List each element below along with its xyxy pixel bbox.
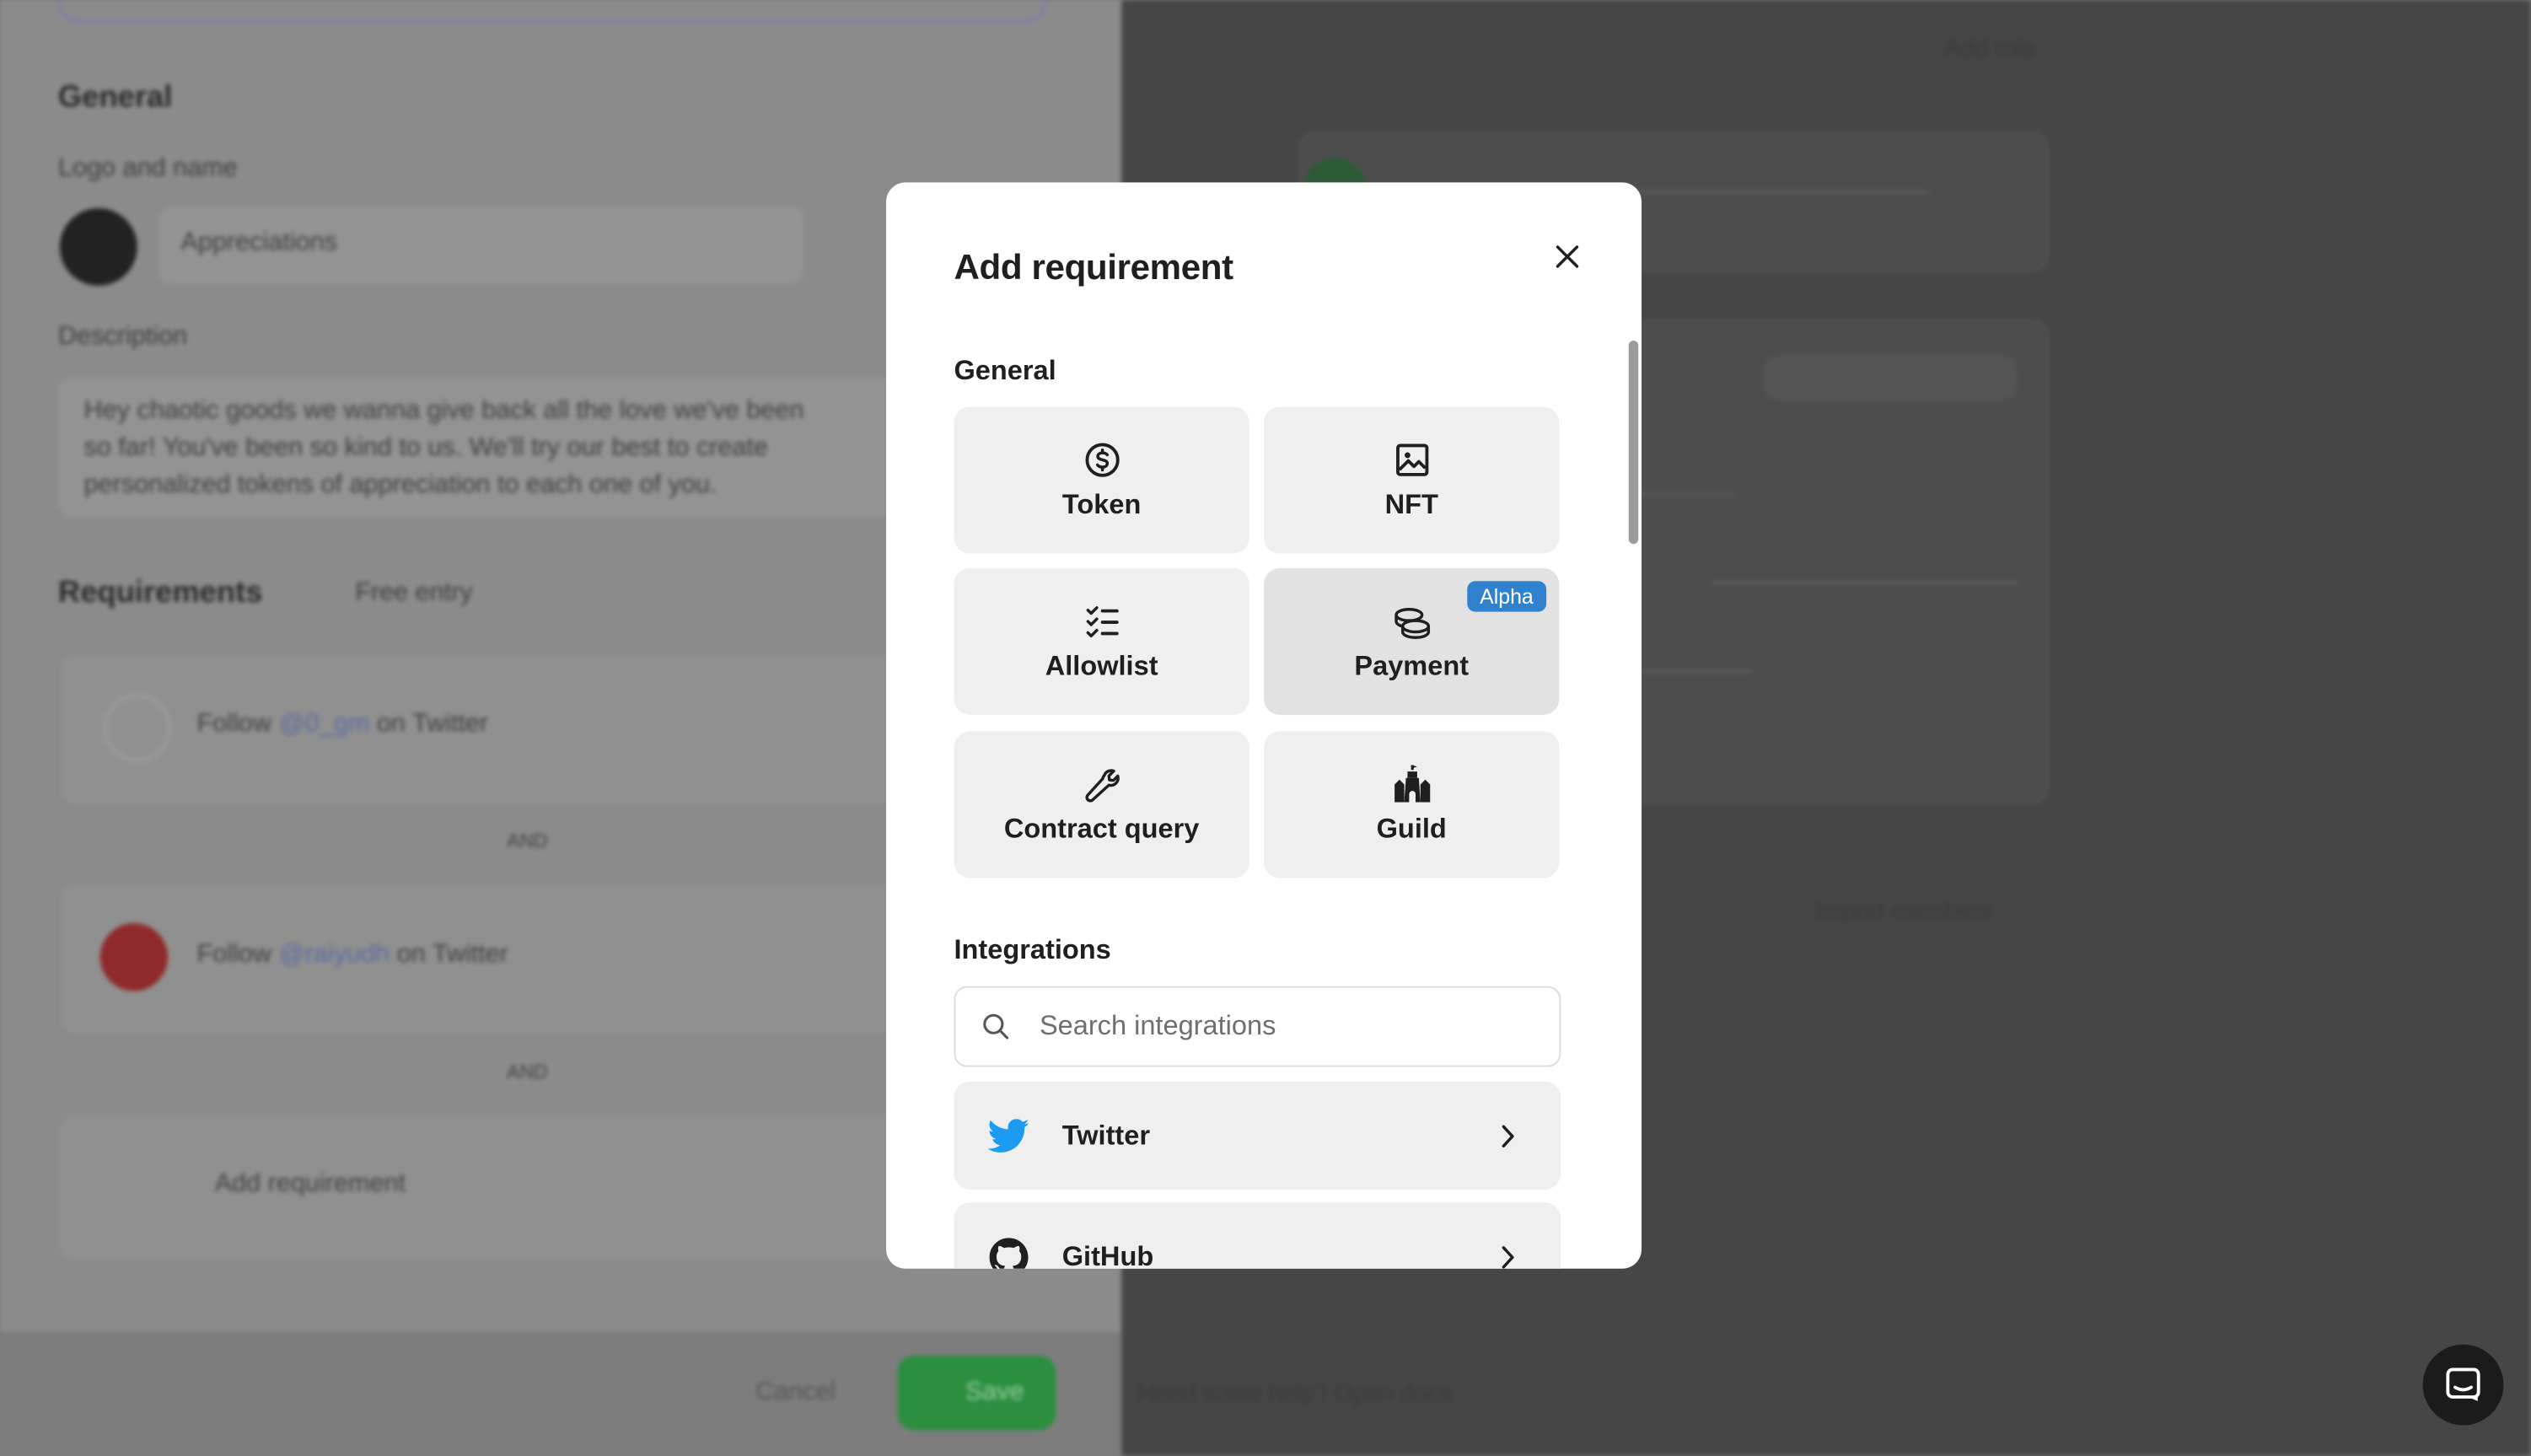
bg-description-line: personalized tokens of appreciation to e… [83, 471, 717, 499]
integration-github[interactable]: GitHub [954, 1202, 1561, 1269]
bg-description-label: Description [57, 322, 188, 351]
bg-guild-logo [59, 207, 137, 286]
guild-tile[interactable]: Guild [1264, 731, 1560, 878]
bg-add-role: Add role [1944, 35, 2035, 63]
payment-label: Payment [1354, 650, 1470, 681]
chat-launcher-button[interactable] [2422, 1344, 2504, 1426]
bg-name-value: Appreciations [180, 228, 338, 257]
nft-label: NFT [1384, 489, 1438, 520]
github-label: GitHub [1061, 1240, 1154, 1269]
integrations-heading: Integrations [954, 934, 1111, 965]
payment-tile[interactable]: Alpha Payment [1264, 567, 1560, 716]
contract-query-tile[interactable]: Contract query [954, 731, 1249, 878]
background-top-input [57, 0, 1046, 23]
bg-free-entry: Free entry [355, 579, 473, 607]
guild-label: Guild [1376, 813, 1447, 845]
bg-save-label: Save [965, 1378, 1024, 1406]
allowlist-label: Allowlist [1045, 650, 1158, 681]
bg-add-requirement-text: Add requirement [214, 1170, 406, 1198]
close-icon [1556, 245, 1579, 268]
contract-query-label: Contract query [1003, 813, 1200, 845]
general-heading: General [954, 355, 1056, 386]
add-requirement-modal: Add requirement General Token NFT Allowl… [886, 182, 1642, 1269]
modal-scrollbar[interactable] [1627, 340, 1640, 1269]
token-tile[interactable]: Token [954, 406, 1249, 554]
bg-and-divider: AND [507, 1060, 548, 1083]
bg-description-line: Hey chaotic goods we wanna give back all… [83, 396, 804, 425]
twitter-icon [986, 1118, 1029, 1152]
modal-title: Add requirement [954, 246, 1233, 287]
bg-logo-label: Logo and name [57, 154, 238, 183]
bg-requirements-heading: Requirements [57, 576, 263, 610]
dollar-coin-icon [1084, 443, 1119, 477]
scrollbar-thumb[interactable] [1628, 340, 1639, 545]
image-icon [1395, 443, 1428, 476]
bg-requirement-text: Follow @0_gm on Twitter [196, 710, 489, 738]
bg-cancel-button: Cancel [755, 1378, 836, 1406]
bg-and-divider: AND [507, 830, 548, 852]
bg-import-members: Import members [1815, 897, 1992, 926]
wrench-icon [1084, 769, 1119, 803]
search-integrations-field[interactable] [954, 986, 1561, 1067]
chat-icon [2446, 1367, 2480, 1401]
bg-add-requirement-card [57, 1114, 1030, 1263]
github-icon [988, 1237, 1028, 1269]
allowlist-tile[interactable]: Allowlist [954, 567, 1249, 716]
chevron-right-icon [1502, 1245, 1514, 1268]
alpha-badge: Alpha [1466, 581, 1547, 612]
chevron-right-icon [1502, 1124, 1514, 1147]
twitter-label: Twitter [1061, 1119, 1151, 1151]
coins-icon [1394, 608, 1430, 639]
bg-general-heading: General [57, 80, 173, 115]
bg-requirement-avatar [103, 694, 171, 762]
checklist-icon [1085, 606, 1118, 638]
bg-help-note: Need some help? Open docs [1137, 1379, 1452, 1408]
integration-twitter[interactable]: Twitter [954, 1081, 1561, 1190]
castle-icon [1394, 765, 1430, 803]
bg-description-line: so far! You've been so kind to us. We'll… [83, 434, 768, 462]
bg-requirement-text: Follow @raiyudh on Twitter [196, 941, 508, 969]
nft-tile[interactable]: NFT [1264, 406, 1560, 554]
token-label: Token [1061, 489, 1142, 520]
bg-requirement-avatar [99, 923, 169, 991]
search-integrations-input[interactable] [1036, 1008, 1528, 1045]
search-icon [983, 1013, 1009, 1040]
close-button[interactable] [1541, 231, 1593, 282]
